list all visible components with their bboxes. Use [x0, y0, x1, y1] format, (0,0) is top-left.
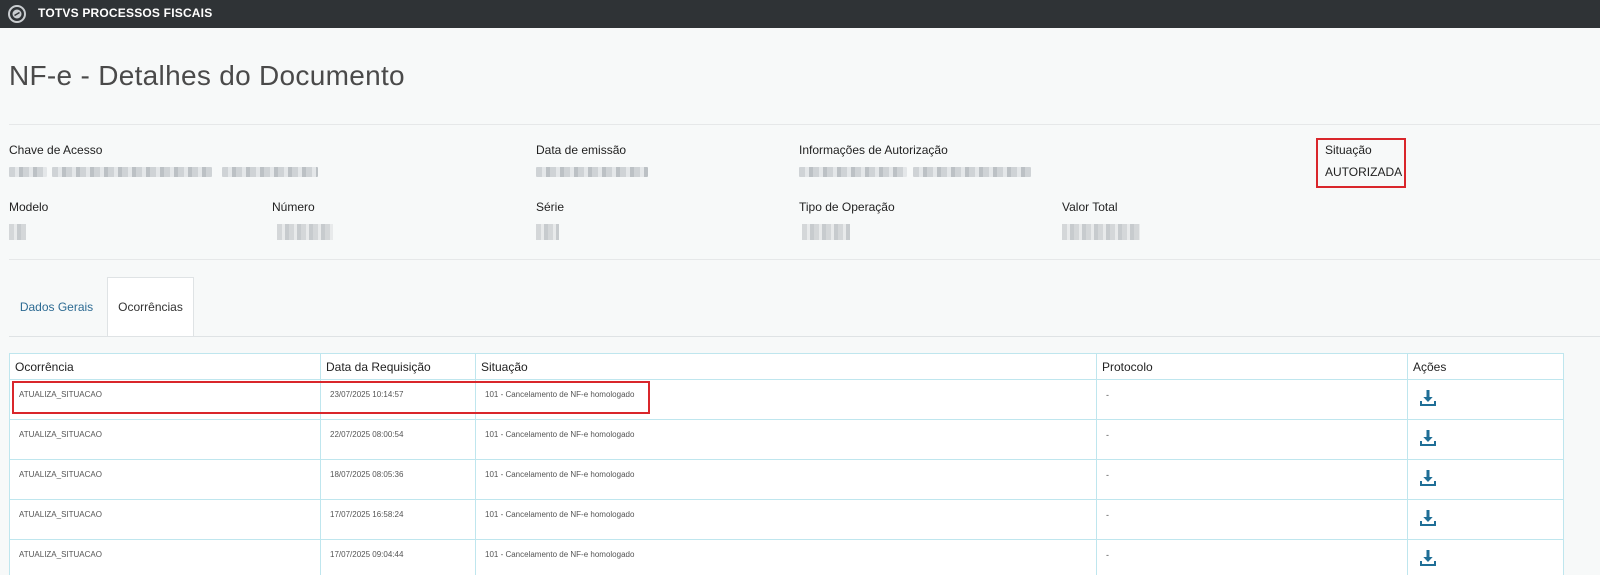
download-icon[interactable]	[1418, 508, 1438, 528]
cell-situacao: 101 - Cancelamento de NF-e homologado	[475, 419, 1097, 460]
tipo-operacao-label: Tipo de Operação	[799, 200, 895, 214]
info-autorizacao-label: Informações de Autorização	[799, 143, 948, 157]
divider	[9, 259, 1600, 260]
download-icon[interactable]	[1418, 468, 1438, 488]
numero-label: Número	[272, 200, 315, 214]
cell-acoes	[1407, 379, 1564, 420]
page-title: NF-e - Detalhes do Documento	[9, 60, 405, 91]
table-header-row: Ocorrência Data da Requisição Situação P…	[9, 353, 1564, 380]
serie-label: Série	[536, 200, 565, 214]
tab-dados-gerais[interactable]: Dados Gerais	[9, 277, 104, 337]
cell-acoes	[1407, 459, 1564, 500]
cell-protocolo: -	[1096, 419, 1408, 460]
column-header-ocorrencia[interactable]: Ocorrência	[9, 353, 321, 380]
cell-situacao: 101 - Cancelamento de NF-e homologado	[475, 539, 1097, 575]
cell-acoes	[1407, 499, 1564, 540]
table-row: ATUALIZA_SITUACAO 22/07/2025 08:00:54 10…	[9, 419, 1564, 460]
column-header-protocolo[interactable]: Protocolo	[1096, 353, 1408, 380]
cell-data-requisicao: 17/07/2025 16:58:24	[320, 499, 476, 540]
cell-ocorrencia: ATUALIZA_SITUACAO	[9, 539, 321, 575]
table-row: ATUALIZA_SITUACAO 23/07/2025 10:14:57 10…	[9, 379, 1564, 420]
numero-value	[277, 224, 333, 240]
app-title: TOTVS PROCESSOS FISCAIS	[38, 6, 213, 20]
cell-protocolo: -	[1096, 539, 1408, 575]
table-row: ATUALIZA_SITUACAO 18/07/2025 08:05:36 10…	[9, 459, 1564, 500]
cell-acoes	[1407, 539, 1564, 575]
data-emissao-label: Data de emissão	[536, 143, 627, 157]
download-icon[interactable]	[1418, 388, 1438, 408]
cell-situacao: 101 - Cancelamento de NF-e homologado	[475, 499, 1097, 540]
cell-situacao: 101 - Cancelamento de NF-e homologado	[475, 379, 1097, 420]
situacao-label: Situação	[1325, 143, 1372, 157]
serie-value	[536, 224, 559, 240]
chave-acesso-label: Chave de Acesso	[9, 143, 103, 157]
cell-situacao: 101 - Cancelamento de NF-e homologado	[475, 459, 1097, 500]
cell-ocorrencia: ATUALIZA_SITUACAO	[9, 499, 321, 540]
cell-protocolo: -	[1096, 459, 1408, 500]
ocorrencias-table: Ocorrência Data da Requisição Situação P…	[9, 353, 1564, 575]
tipo-operacao-value	[802, 224, 850, 240]
tab-ocorrencias[interactable]: Ocorrências	[107, 277, 194, 337]
table-row: ATUALIZA_SITUACAO 17/07/2025 09:04:44 10…	[9, 539, 1564, 575]
situacao-value: AUTORIZADA	[1325, 165, 1403, 179]
download-icon[interactable]	[1418, 548, 1438, 568]
tabs-divider	[9, 336, 1600, 337]
column-header-acoes[interactable]: Ações	[1407, 353, 1564, 380]
valor-total-label: Valor Total	[1062, 200, 1118, 214]
cell-data-requisicao: 18/07/2025 08:05:36	[320, 459, 476, 500]
cell-data-requisicao: 17/07/2025 09:04:44	[320, 539, 476, 575]
totvs-logo-icon[interactable]	[8, 5, 26, 23]
modelo-label: Modelo	[9, 200, 49, 214]
table-row: ATUALIZA_SITUACAO 17/07/2025 16:58:24 10…	[9, 499, 1564, 540]
modelo-value	[9, 224, 26, 240]
divider	[9, 124, 1600, 125]
cell-acoes	[1407, 419, 1564, 460]
cell-data-requisicao: 22/07/2025 08:00:54	[320, 419, 476, 460]
cell-ocorrencia: ATUALIZA_SITUACAO	[9, 459, 321, 500]
cell-ocorrencia: ATUALIZA_SITUACAO	[9, 379, 321, 420]
cell-protocolo: -	[1096, 499, 1408, 540]
column-header-data-requisicao[interactable]: Data da Requisição	[320, 353, 476, 380]
top-bar: TOTVS PROCESSOS FISCAIS	[0, 0, 1600, 28]
cell-protocolo: -	[1096, 379, 1408, 420]
cell-data-requisicao: 23/07/2025 10:14:57	[320, 379, 476, 420]
cell-ocorrencia: ATUALIZA_SITUACAO	[9, 419, 321, 460]
download-icon[interactable]	[1418, 428, 1438, 448]
column-header-situacao[interactable]: Situação	[475, 353, 1097, 380]
valor-total-value	[1062, 224, 1140, 240]
